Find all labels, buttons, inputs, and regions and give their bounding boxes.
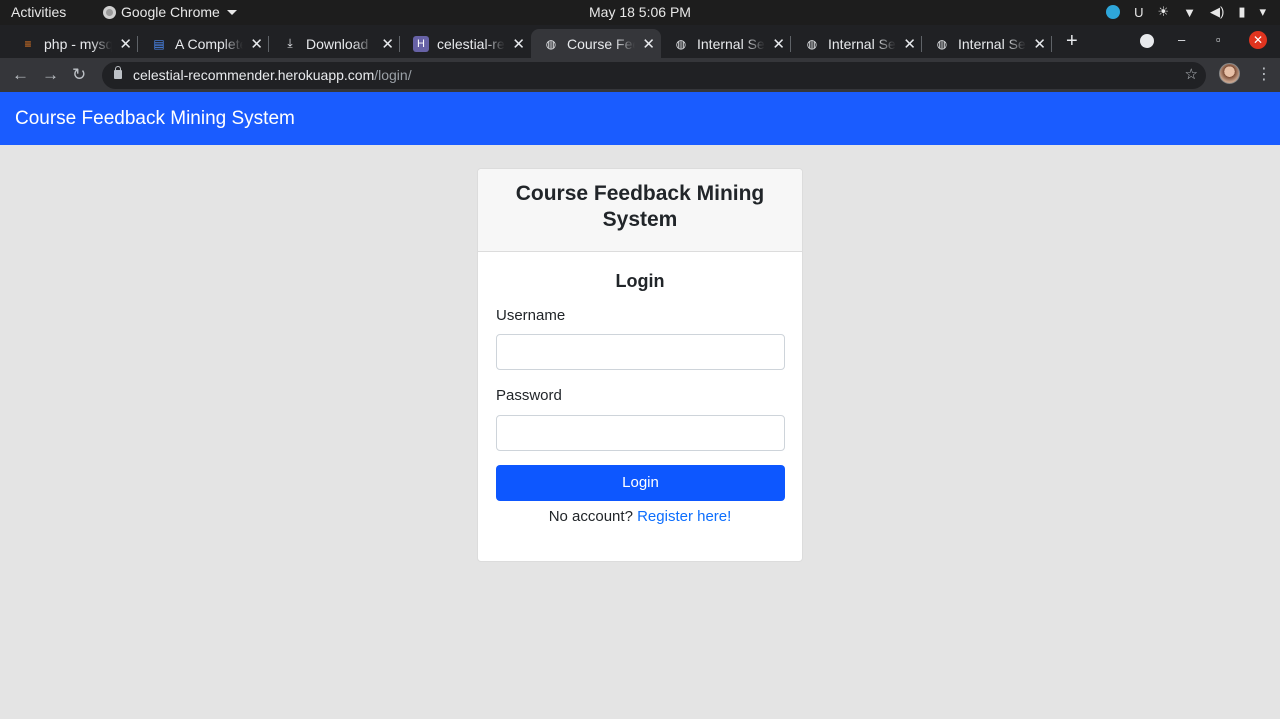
url-text[interactable]: celestial-recommender.herokuapp.com/logi… <box>133 67 412 83</box>
more-menu-icon[interactable]: ⋮ <box>1256 64 1272 84</box>
power-menu-icon[interactable]: ▾ <box>1259 4 1266 20</box>
window-close-icon[interactable]: ✕ <box>1249 31 1267 49</box>
caret-down-icon <box>226 9 237 15</box>
tab-label: Course Fee <box>567 35 635 52</box>
battery-icon: ▮ <box>1238 4 1246 19</box>
tab-separator <box>790 36 791 52</box>
globe-icon: ◍ <box>806 36 818 51</box>
close-tab-icon[interactable]: ✕ <box>772 35 785 53</box>
telegram-icon[interactable] <box>1106 5 1121 19</box>
stackoverflow-icon: ≡ <box>24 36 32 51</box>
username-input[interactable] <box>496 334 785 370</box>
tab-7[interactable]: ◍ Internal Se ✕ <box>792 29 922 58</box>
browser-toolbar: ← → ↻ celestial-recommender.herokuapp.co… <box>0 58 1280 92</box>
url-path: /login/ <box>374 67 412 83</box>
volume-icon: ◀) <box>1209 4 1225 19</box>
new-tab-button[interactable]: + <box>1066 30 1078 53</box>
restore-icon[interactable]: ▫ <box>1216 32 1221 47</box>
forward-arrow-icon[interactable]: → <box>42 65 59 85</box>
tab-separator <box>1051 36 1052 52</box>
wifi-icon: ▼ <box>1183 4 1196 20</box>
card-title-line1: Course Feedback Mining <box>515 182 765 205</box>
tab-label: php - mysq <box>44 35 112 52</box>
tab-separator <box>268 36 269 52</box>
globe-icon: ◍ <box>936 36 948 51</box>
close-tab-icon[interactable]: ✕ <box>512 35 525 53</box>
tab-4[interactable]: H celestial-re ✕ <box>401 29 531 58</box>
minimize-icon[interactable]: – <box>1178 32 1185 47</box>
globe-icon: ◍ <box>545 36 557 51</box>
site-navbar: Course Feedback Mining System <box>0 92 1280 145</box>
tab-label: celestial-re <box>437 35 505 52</box>
globe-icon: ◍ <box>675 36 687 51</box>
lock-icon[interactable] <box>114 66 122 79</box>
tab-5-active[interactable]: ◍ Course Fee ✕ <box>531 29 661 58</box>
tab-label: A Complete <box>175 35 243 52</box>
app-name: Google Chrome <box>121 4 220 20</box>
tab-strip: ≡ php - mysq ✕ ▤ A Complete ✕ ⤓ Download… <box>0 25 1280 58</box>
tab-1[interactable]: ≡ php - mysq ✕ <box>8 29 138 58</box>
close-tab-icon[interactable]: ✕ <box>1033 35 1046 53</box>
back-arrow-icon[interactable]: ← <box>12 65 29 85</box>
register-link[interactable]: Register here! <box>637 508 731 525</box>
tab-search-icon[interactable] <box>1140 34 1154 48</box>
login-button[interactable]: Login <box>496 465 785 501</box>
card-title-line2: System <box>602 208 678 231</box>
tab-label: Internal Se <box>828 35 896 52</box>
login-card: Course Feedback Mining System Login User… <box>477 168 803 562</box>
bookmark-star-icon[interactable]: ☆ <box>1185 65 1198 83</box>
username-label: Username <box>496 307 566 324</box>
login-heading: Login <box>615 271 665 291</box>
no-account-text: No account? <box>548 508 633 525</box>
tab-label: Internal Se <box>958 35 1026 52</box>
brightness-icon: ☀ <box>1157 4 1170 19</box>
tab-2[interactable]: ▤ A Complete ✕ <box>139 29 269 58</box>
tab-label: Download <box>306 35 369 52</box>
address-bar[interactable]: celestial-recommender.herokuapp.com/logi… <box>102 62 1206 89</box>
register-prompt: No account? Register here! <box>478 508 802 525</box>
close-tab-icon[interactable]: ✕ <box>642 35 655 53</box>
clock[interactable]: May 18 5:06 PM <box>589 4 691 20</box>
tab-8[interactable]: ◍ Internal Se ✕ <box>922 29 1052 58</box>
navbar-brand[interactable]: Course Feedback Mining System <box>15 108 295 130</box>
tab-label: Internal Se <box>697 35 765 52</box>
chrome-icon <box>103 5 116 19</box>
app-menu[interactable]: Google Chrome <box>103 4 237 20</box>
profile-avatar[interactable] <box>1219 63 1240 84</box>
close-tab-icon[interactable]: ✕ <box>119 35 132 53</box>
url-host: celestial-recommender.herokuapp.com <box>133 67 375 83</box>
tab-6[interactable]: ◍ Internal Se ✕ <box>661 29 791 58</box>
password-input[interactable] <box>496 415 785 451</box>
heroku-icon: H <box>413 35 429 52</box>
reload-icon[interactable]: ↻ <box>72 65 86 85</box>
tab-3[interactable]: ⤓ Download ✕ <box>270 29 400 58</box>
close-tab-icon[interactable]: ✕ <box>903 35 916 53</box>
system-tray[interactable]: U ☀ ▼ ◀) ▮ ▾ <box>1106 4 1266 20</box>
password-label: Password <box>496 387 562 404</box>
tab-separator <box>137 36 138 52</box>
activities-button[interactable]: Activities <box>11 4 66 20</box>
download-icon: ⤓ <box>287 36 293 50</box>
close-tab-icon[interactable]: ✕ <box>250 35 263 53</box>
tab-separator <box>399 36 400 52</box>
card-header: Course Feedback Mining System <box>478 169 802 252</box>
document-icon: ▤ <box>153 36 165 51</box>
close-tab-icon[interactable]: ✕ <box>381 35 394 53</box>
os-top-bar: Activities Google Chrome May 18 5:06 PM … <box>0 0 1280 25</box>
app-indicator-icon[interactable]: U <box>1134 5 1143 20</box>
